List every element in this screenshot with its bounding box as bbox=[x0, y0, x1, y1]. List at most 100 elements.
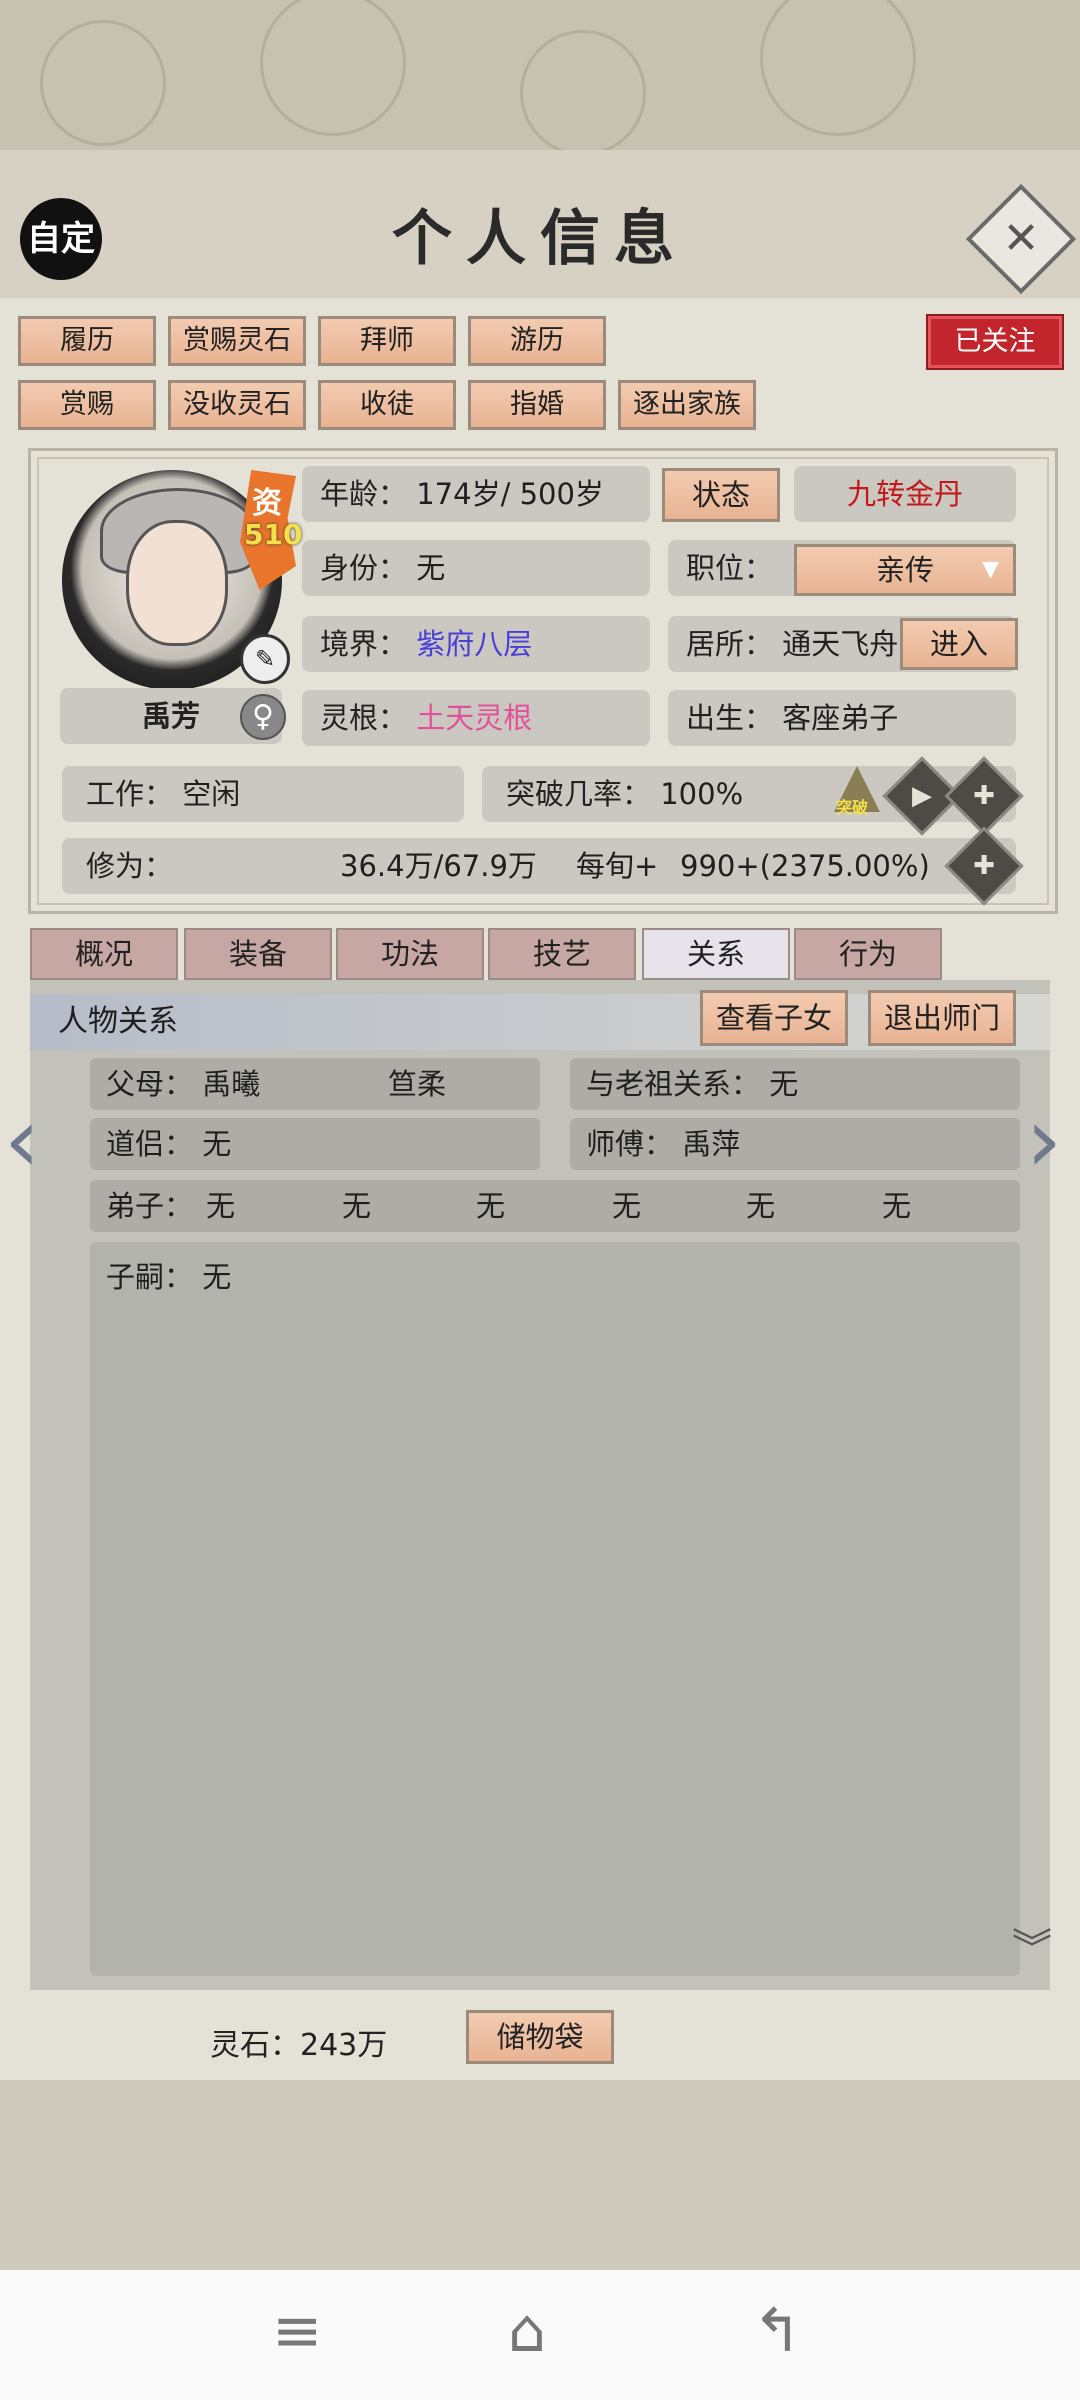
master-row: 师傅： 禹萍 bbox=[570, 1118, 1020, 1170]
top-decorative-band bbox=[0, 0, 1080, 156]
aptitude-value: 510 bbox=[244, 518, 303, 551]
spirit-root-value: 土天灵根 bbox=[416, 701, 533, 735]
disciple-slot[interactable]: 无 bbox=[612, 1180, 641, 1232]
enter-button[interactable]: 进入 bbox=[900, 618, 1018, 670]
plus-icon: ✚ bbox=[973, 781, 995, 811]
cultivation-field: 修为： 36.4万/67.9万 每旬+ 990+(2375.00%) bbox=[62, 838, 1016, 894]
identity-value: 无 bbox=[416, 551, 446, 585]
wave-pattern bbox=[520, 30, 646, 156]
heirs-label: 子嗣： bbox=[106, 1260, 194, 1294]
position-value: 亲传 bbox=[875, 553, 934, 587]
home-icon[interactable]: ⌂ bbox=[508, 2296, 546, 2366]
per-turn-value: 990+(2375.00%) bbox=[680, 849, 930, 883]
spirit-stones: 灵石：243万 bbox=[210, 2020, 387, 2064]
tab-relations[interactable]: 关系 bbox=[642, 928, 790, 980]
age-label: 年龄： bbox=[320, 477, 408, 511]
tab-overview[interactable]: 概况 bbox=[30, 928, 178, 980]
plus-icon: ✚ bbox=[973, 851, 995, 881]
disciple-slot[interactable]: 无 bbox=[206, 1180, 235, 1232]
identity-label: 身份： bbox=[320, 551, 408, 585]
breakthrough-label: 突破几率： bbox=[506, 777, 652, 811]
position-dropdown[interactable]: 亲传 ▼ bbox=[794, 544, 1016, 596]
master-value[interactable]: 禹萍 bbox=[682, 1127, 740, 1161]
work-value: 空闲 bbox=[182, 777, 241, 811]
follow-status-button[interactable]: 已关注 bbox=[926, 314, 1064, 370]
storage-bag-button[interactable]: 储物袋 bbox=[466, 2010, 614, 2064]
spirit-stones-label: 灵石： bbox=[210, 2028, 300, 2063]
reward-button[interactable]: 赏赐 bbox=[18, 380, 156, 430]
tab-skills[interactable]: 技艺 bbox=[488, 928, 636, 980]
menu-icon[interactable]: ≡ bbox=[272, 2296, 322, 2366]
parents-label: 父母： bbox=[106, 1067, 194, 1101]
disciple-slot[interactable]: 无 bbox=[882, 1180, 911, 1232]
birth-value: 客座弟子 bbox=[782, 701, 899, 735]
work-field: 工作： 空闲 bbox=[62, 766, 464, 822]
position-label: 职位： bbox=[686, 551, 774, 585]
prev-character-arrow-icon[interactable]: ‹ bbox=[4, 1088, 40, 1193]
wave-pattern bbox=[40, 20, 166, 146]
play-icon: ▶ bbox=[912, 781, 932, 811]
ancestor-value: 无 bbox=[769, 1067, 799, 1101]
heirs-box: 子嗣： 无 bbox=[90, 1242, 1020, 1976]
birth-label: 出生： bbox=[686, 701, 774, 735]
travel-button[interactable]: 游历 bbox=[468, 316, 606, 366]
age-value: 174岁/ 500岁 bbox=[416, 477, 604, 511]
realm-label: 境界： bbox=[320, 627, 408, 661]
scroll-down-chevron-icon[interactable]: ︾ bbox=[1012, 1916, 1052, 1974]
identity-field: 身份： 无 bbox=[302, 540, 650, 596]
master-label: 师傅： bbox=[586, 1127, 674, 1161]
status-value: 九转金丹 bbox=[794, 466, 1016, 522]
aptitude-label: 资 bbox=[252, 486, 282, 521]
apprentice-button[interactable]: 拜师 bbox=[318, 316, 456, 366]
breakthrough-value: 100% bbox=[660, 777, 744, 811]
tab-techniques[interactable]: 功法 bbox=[336, 928, 484, 980]
edit-brush-icon[interactable]: ✎ bbox=[240, 634, 290, 684]
page-title: 个人信息 bbox=[392, 204, 688, 274]
wave-pattern bbox=[760, 0, 916, 136]
disciple-slot[interactable]: 无 bbox=[342, 1180, 371, 1232]
leave-master-button[interactable]: 退出师门 bbox=[868, 990, 1016, 1046]
resume-button[interactable]: 履历 bbox=[18, 316, 156, 366]
disciple-slot[interactable]: 无 bbox=[746, 1180, 775, 1232]
bottom-background bbox=[0, 2080, 1080, 2270]
realm-field: 境界： 紫府八层 bbox=[302, 616, 650, 672]
spirit-root-label: 灵根： bbox=[320, 701, 408, 735]
next-character-arrow-icon[interactable]: › bbox=[1026, 1088, 1062, 1193]
portrait-face bbox=[126, 520, 228, 646]
breakthrough-icon[interactable]: 突破 bbox=[830, 762, 886, 818]
reward-stones-button[interactable]: 赏赐灵石 bbox=[168, 316, 306, 366]
auto-button[interactable]: 自定 bbox=[20, 198, 102, 280]
residence-value: 通天飞舟 bbox=[782, 627, 899, 661]
view-children-button[interactable]: 查看子女 bbox=[700, 990, 848, 1046]
partner-row: 道侣： 无 bbox=[90, 1118, 540, 1170]
tab-behavior[interactable]: 行为 bbox=[794, 928, 942, 980]
age-field: 年龄： 174岁/ 500岁 bbox=[302, 466, 650, 522]
expel-button[interactable]: 逐出家族 bbox=[618, 380, 756, 430]
residence-label: 居所： bbox=[686, 627, 774, 661]
parent-2[interactable]: 笪柔 bbox=[388, 1058, 446, 1110]
close-icon: ✕ bbox=[1002, 213, 1040, 264]
parents-row: 父母： 禹曦 笪柔 bbox=[90, 1058, 540, 1110]
per-turn-label: 每旬+ bbox=[576, 849, 659, 883]
ancestor-label: 与老祖关系： bbox=[586, 1067, 761, 1101]
disciples-row: 弟子： 无 无 无 无 无 无 bbox=[90, 1180, 1020, 1232]
cultivation-value: 36.4万/67.9万 bbox=[340, 849, 537, 883]
spirit-root-field: 灵根： 土天灵根 bbox=[302, 690, 650, 746]
heirs-value: 无 bbox=[202, 1260, 232, 1294]
arrange-marriage-button[interactable]: 指婚 bbox=[468, 380, 606, 430]
disciple-slot[interactable]: 无 bbox=[476, 1180, 505, 1232]
back-icon[interactable]: ↰ bbox=[752, 2296, 802, 2366]
ancestor-row: 与老祖关系： 无 bbox=[570, 1058, 1020, 1110]
wave-pattern bbox=[260, 0, 406, 136]
status-button[interactable]: 状态 bbox=[662, 468, 780, 522]
cultivation-label: 修为： bbox=[86, 849, 174, 883]
dropdown-arrow-icon: ▼ bbox=[982, 557, 999, 582]
female-icon: ♀ bbox=[240, 694, 286, 740]
take-disciple-button[interactable]: 收徒 bbox=[318, 380, 456, 430]
partner-label: 道侣： bbox=[106, 1127, 194, 1161]
tab-equipment[interactable]: 装备 bbox=[184, 928, 332, 980]
confiscate-stones-button[interactable]: 没收灵石 bbox=[168, 380, 306, 430]
spirit-stones-value: 243万 bbox=[300, 2028, 388, 2063]
parent-1[interactable]: 禹曦 bbox=[202, 1067, 260, 1101]
partner-value: 无 bbox=[202, 1127, 232, 1161]
